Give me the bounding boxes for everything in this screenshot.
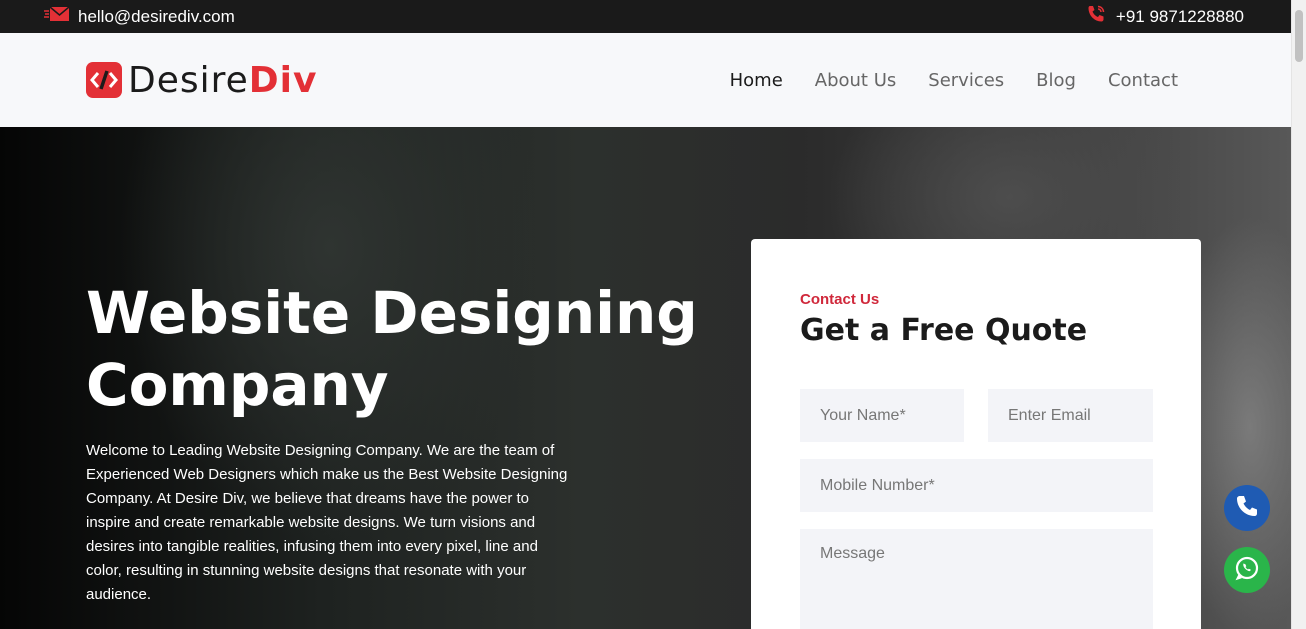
phone-link[interactable]: +91 9871228880 [1086,0,1244,33]
nav-blog[interactable]: Blog [1036,70,1076,91]
hero-section: Website Designing Company Welcome to Lea… [0,127,1292,629]
scrollbar-thumb[interactable] [1295,10,1303,62]
brand-name-part2: Div [248,59,318,101]
nav-home[interactable]: Home [730,70,783,91]
envelope-icon [44,6,70,27]
email-link[interactable]: hello@desirediv.com [44,0,235,33]
phone-icon [1234,493,1260,524]
nav-contact[interactable]: Contact [1108,70,1178,91]
brand-logo[interactable]: DesireDiv [86,60,318,101]
whatsapp-icon [1233,554,1261,587]
call-button[interactable] [1224,485,1270,531]
nav-about-us[interactable]: About Us [815,70,897,91]
message-input[interactable] [800,529,1153,629]
phone-icon [1086,4,1106,29]
name-input[interactable] [800,389,964,442]
whatsapp-button[interactable] [1224,547,1270,593]
main-nav: Home About Us Services Blog Contact [730,33,1178,127]
mobile-input[interactable] [800,459,1153,512]
logo-mark-icon [86,62,122,98]
nav-services[interactable]: Services [928,70,1004,91]
brand-name: DesireDiv [128,60,318,101]
phone-text: +91 9871228880 [1115,6,1244,26]
email-text: hello@desirediv.com [78,6,235,26]
hero-description: Welcome to Leading Website Designing Com… [86,442,568,603]
form-title: Get a Free Quote [800,313,1088,348]
hero-title: Website Designing Company [86,279,698,419]
brand-name-part1: Desire [128,59,249,101]
page-scrollbar[interactable] [1291,0,1306,629]
form-eyebrow: Contact Us [800,291,880,308]
quote-form-card: Contact Us Get a Free Quote [751,239,1201,629]
site-header: DesireDiv Home About Us Services Blog Co… [0,33,1292,127]
email-input[interactable] [988,389,1153,442]
top-bar: hello@desirediv.com +91 9871228880 [0,0,1292,33]
